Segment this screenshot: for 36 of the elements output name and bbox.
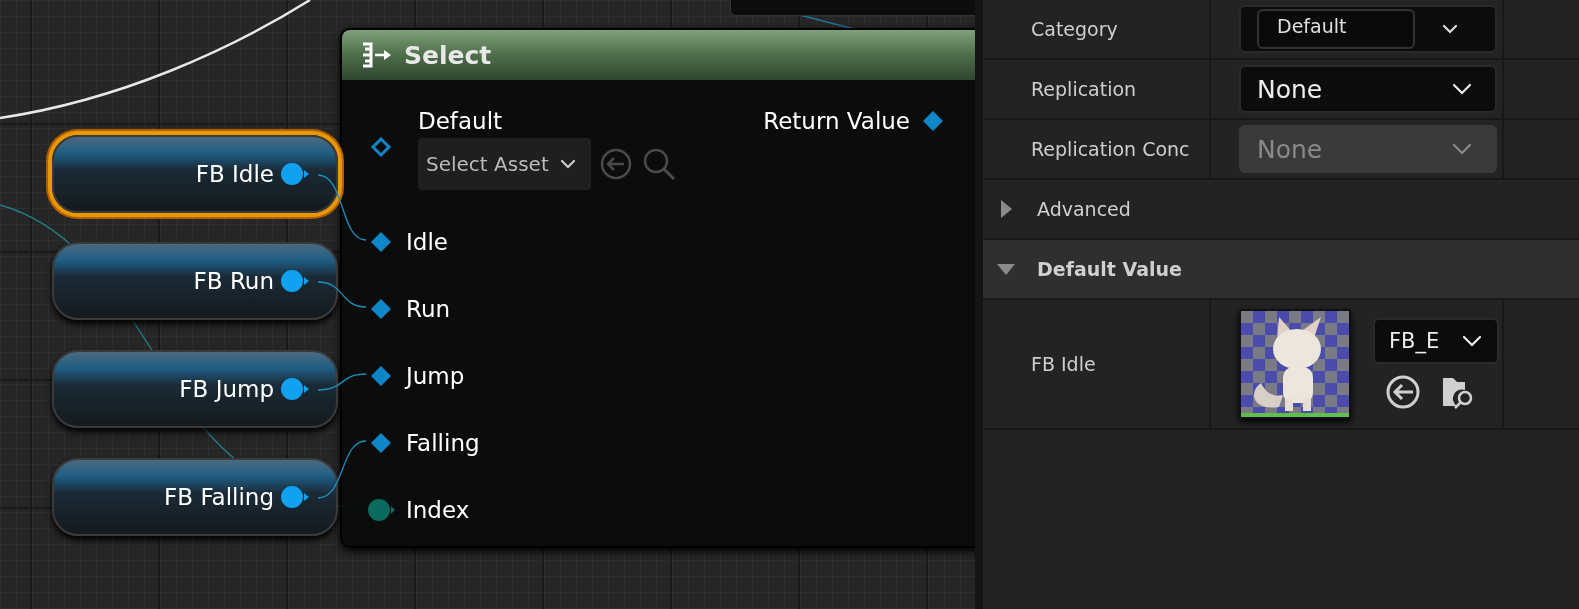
input-pin-icon[interactable] (370, 230, 392, 253)
use-selected-icon[interactable] (1385, 374, 1421, 410)
output-pin-icon (280, 376, 310, 402)
node-label: FB Idle (195, 161, 274, 187)
dropdown[interactable]: None (1239, 65, 1497, 113)
node-title: Select (404, 40, 492, 70)
pin-label: Return Value (763, 108, 910, 134)
text-field[interactable]: Default (1257, 9, 1415, 49)
select-node[interactable]: Select Default Select Asset Return Value Idle Run Jump Falling Index (340, 28, 975, 548)
output-pin-icon (280, 268, 310, 294)
input-pin-icon[interactable] (370, 136, 392, 158)
property-label: FB Idle (1031, 353, 1096, 375)
property-label: Category (1031, 18, 1118, 40)
pin-label: Falling (406, 429, 480, 456)
property-label: Replication Conc (1031, 138, 1190, 160)
asset-picker[interactable]: Select Asset (418, 138, 591, 190)
node-label: FB Falling (164, 484, 274, 510)
input-pin-icon[interactable] (370, 297, 392, 320)
pin-label: Jump (406, 362, 465, 389)
output-pin-icon (280, 161, 310, 187)
pin-label: Index (406, 496, 470, 523)
property-label: Replication (1031, 78, 1137, 100)
asset-dropdown[interactable]: FB_E (1373, 318, 1499, 364)
combo-box[interactable]: Default (1239, 5, 1497, 53)
section-header[interactable]: Default Value (983, 240, 1579, 300)
pin-label: Default (418, 108, 504, 134)
node-label: FB Run (193, 268, 274, 294)
variable-node[interactable]: FB Jump (52, 350, 338, 428)
output-pin-icon (280, 484, 310, 510)
pin-label: Run (406, 295, 451, 322)
variable-node[interactable]: FB Run (52, 242, 338, 320)
pin-label: Idle (406, 228, 448, 255)
input-pin-icon[interactable] (370, 431, 392, 454)
input-pin-icon[interactable] (370, 364, 392, 387)
variable-node[interactable]: FB Falling (52, 458, 338, 536)
node-label: FB Jump (179, 376, 274, 402)
